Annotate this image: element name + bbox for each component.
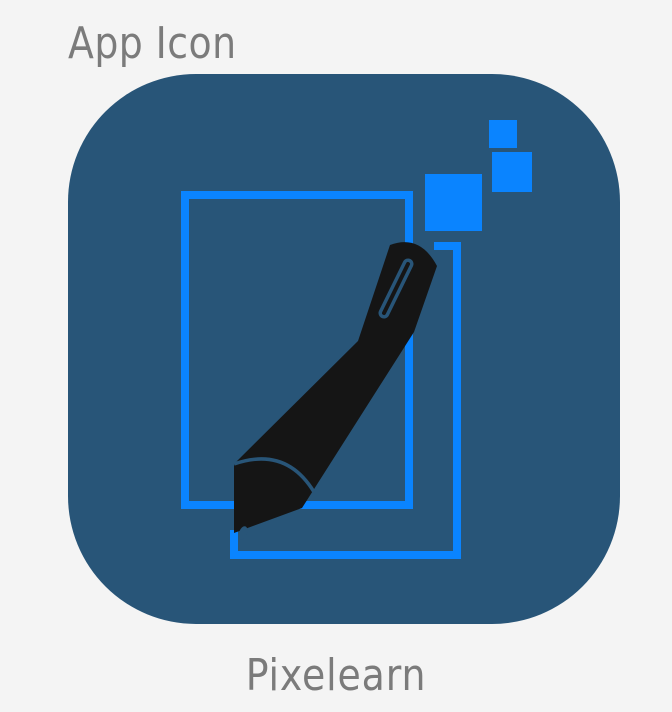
app-name-label: Pixelearn	[245, 650, 427, 701]
app-icon[interactable]	[68, 74, 620, 624]
pixel-small-icon	[489, 120, 517, 148]
pixel-large-icon	[425, 174, 482, 231]
page-heading: App Icon	[68, 18, 237, 69]
icon-tile-background	[68, 74, 620, 624]
pixel-medium-icon	[492, 152, 532, 192]
